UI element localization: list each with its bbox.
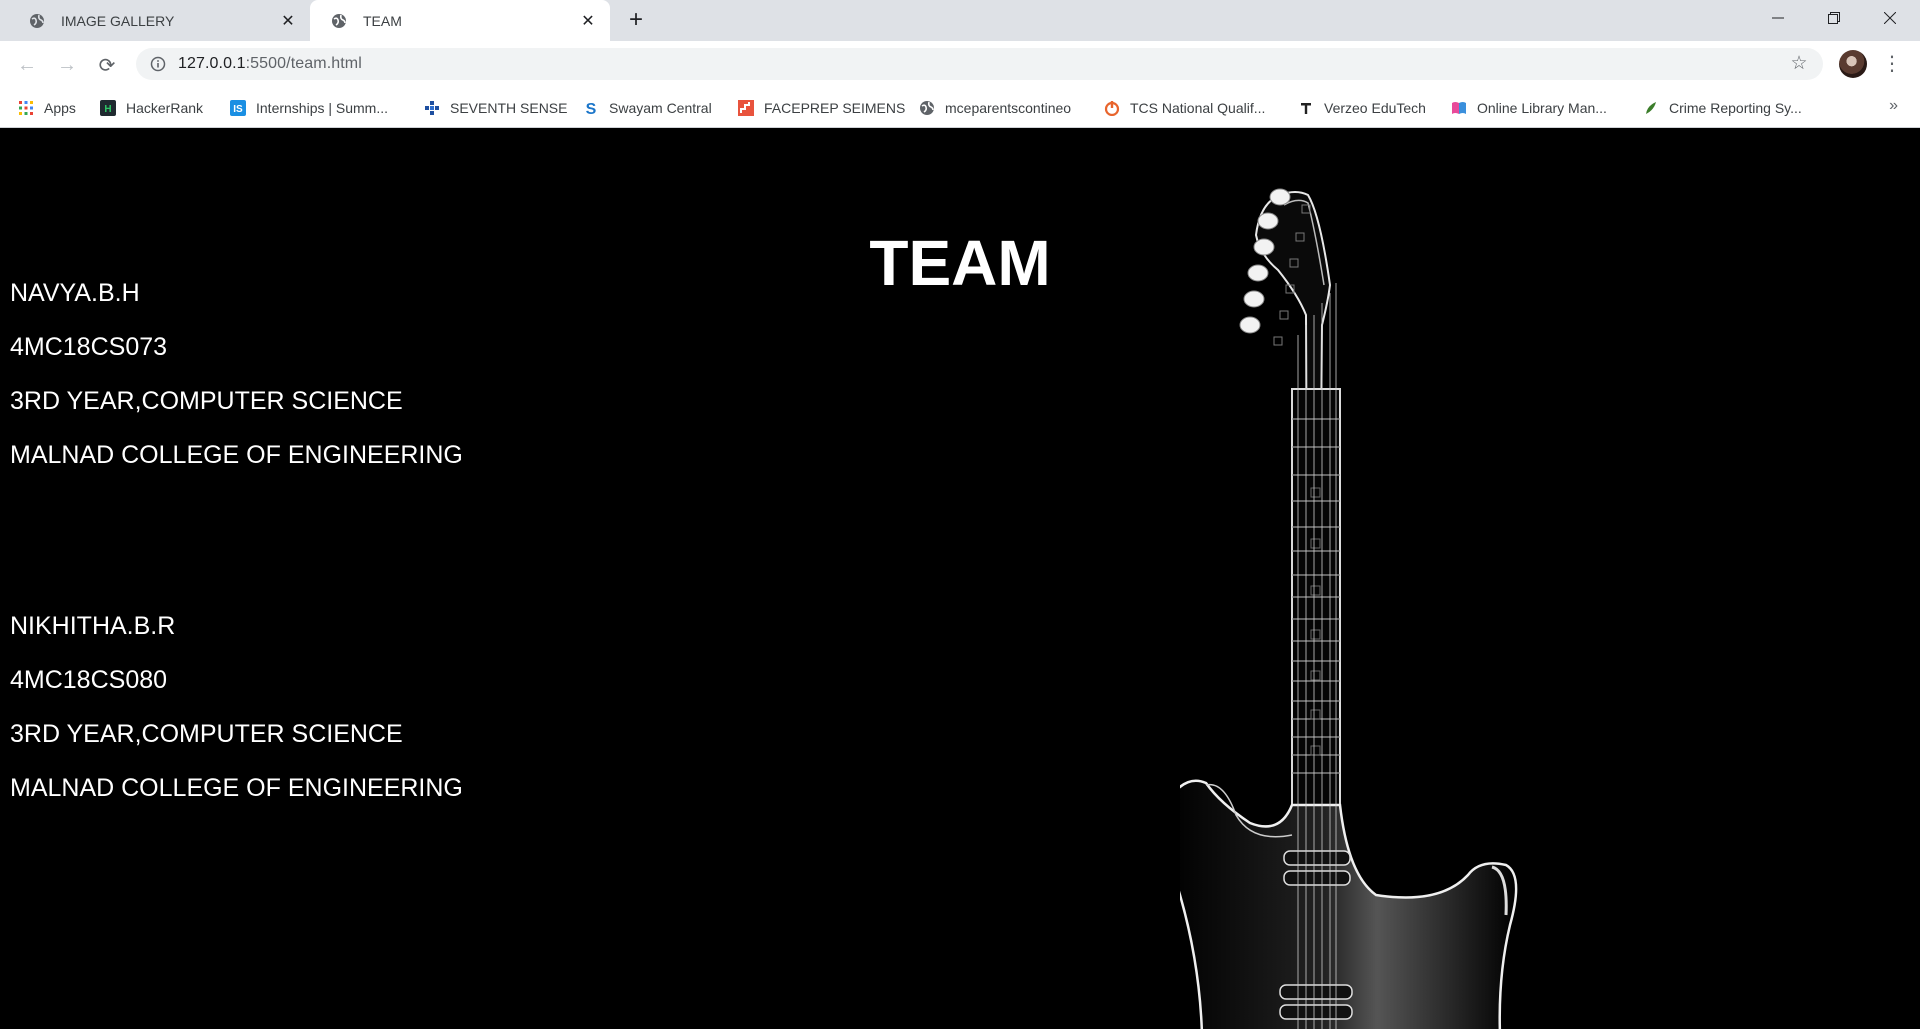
bookmark-mceparents[interactable]: mceparentscontineo <box>919 97 1071 119</box>
info-icon[interactable] <box>150 56 166 72</box>
bookmark-verzeo[interactable]: Verzeo EduTech <box>1298 97 1426 119</box>
reload-icon[interactable]: ⟳ <box>92 50 122 80</box>
member-name: NAVYA.B.H <box>10 279 140 307</box>
internshala-icon: IS <box>230 100 246 116</box>
address-bar[interactable]: 127.0.0.1:5500/team.html ☆ <box>136 48 1823 80</box>
library-icon <box>1451 100 1467 116</box>
member-year: 3RD YEAR,COMPUTER SCIENCE <box>10 720 403 748</box>
bookmark-label: HackerRank <box>126 100 204 116</box>
bookmark-label: Internships | Summ... <box>256 100 389 116</box>
leaf-icon <box>1643 100 1659 116</box>
profile-avatar[interactable] <box>1839 50 1867 78</box>
more-bookmarks-chevron-icon[interactable]: » <box>1889 97 1898 115</box>
bookmark-label: FACEPREP SEIMENS <box>764 100 906 116</box>
page-content: TEAM NAVYA.B.H 4MC18CS073 3RD YEAR,COMPU… <box>0 129 1920 1029</box>
hackerrank-icon: H <box>100 100 116 116</box>
bookmark-tcs[interactable]: TCS National Qualif... <box>1104 97 1265 119</box>
bookmark-star-icon[interactable]: ☆ <box>1789 54 1809 74</box>
url-host: 127.0.0.1 <box>178 55 246 72</box>
globe-icon <box>330 12 348 30</box>
url-path: :5500/team.html <box>245 55 362 72</box>
member-college: MALNAD COLLEGE OF ENGINEERING <box>10 441 463 469</box>
url-text: 127.0.0.1:5500/team.html <box>178 55 362 73</box>
bookmark-internships[interactable]: IS Internships | Summ... <box>230 97 388 119</box>
tab-team[interactable]: TEAM ✕ <box>310 0 610 41</box>
bookmark-faceprep[interactable]: FACEPREP SEIMENS <box>738 97 905 119</box>
tab-strip: IMAGE GALLERY ✕ TEAM ✕ + <box>0 0 1920 41</box>
back-arrow-icon[interactable]: ← <box>12 50 42 80</box>
bookmark-label: mceparentscontineo <box>945 100 1072 116</box>
close-tab-icon[interactable]: ✕ <box>278 11 298 31</box>
member-name: NIKHITHA.B.R <box>10 612 176 640</box>
member-year: 3RD YEAR,COMPUTER SCIENCE <box>10 387 403 415</box>
close-window-icon[interactable] <box>1862 0 1918 36</box>
browser-toolbar: ← → ⟳ 127.0.0.1:5500/team.html ☆ ⋮ <box>0 41 1920 88</box>
guitar-image <box>1180 188 1518 1029</box>
apps-grid-icon <box>18 100 34 116</box>
bookmark-hackerrank[interactable]: H HackerRank <box>100 97 203 119</box>
globe-icon <box>28 12 46 30</box>
svg-text:IS: IS <box>233 104 243 115</box>
swayam-icon: S <box>583 100 599 116</box>
member-usn: 4MC18CS080 <box>10 666 168 694</box>
restore-icon[interactable] <box>1806 0 1862 36</box>
forward-arrow-icon[interactable]: → <box>52 50 82 80</box>
new-tab-button[interactable]: + <box>624 8 648 33</box>
bookmark-label: Crime Reporting Sy... <box>1669 100 1802 116</box>
tcs-icon <box>1104 100 1120 116</box>
faceprep-icon <box>738 100 754 116</box>
tab-title: TEAM <box>363 12 402 29</box>
tab-title: IMAGE GALLERY <box>61 12 175 29</box>
bookmark-online-library[interactable]: Online Library Man... <box>1451 97 1607 119</box>
bookmark-apps[interactable]: Apps <box>18 97 76 119</box>
bookmark-seventh-sense[interactable]: SEVENTH SENSE <box>424 97 567 119</box>
bookmark-label: TCS National Qualif... <box>1130 100 1266 116</box>
bookmarks-bar: Apps H HackerRank IS Internships | Summ.… <box>0 88 1920 128</box>
bookmark-label: Verzeo EduTech <box>1324 100 1426 116</box>
member-usn: 4MC18CS073 <box>10 333 168 361</box>
bookmark-label: Online Library Man... <box>1477 100 1607 116</box>
seventh-sense-icon <box>424 100 440 116</box>
bookmark-swayam[interactable]: S Swayam Central <box>583 97 712 119</box>
page-title: TEAM <box>869 227 1051 299</box>
globe-icon <box>919 100 935 116</box>
minimize-icon[interactable] <box>1750 0 1806 36</box>
tab-image-gallery[interactable]: IMAGE GALLERY ✕ <box>8 0 310 41</box>
verzeo-icon <box>1298 100 1314 116</box>
bookmark-label: Swayam Central <box>609 100 712 116</box>
svg-text:H: H <box>104 104 111 115</box>
svg-text:S: S <box>586 101 597 116</box>
member-college: MALNAD COLLEGE OF ENGINEERING <box>10 774 463 802</box>
bookmark-label: SEVENTH SENSE <box>450 100 568 116</box>
close-tab-icon[interactable]: ✕ <box>578 11 598 31</box>
bookmark-label: Apps <box>44 100 76 116</box>
menu-dots-icon[interactable]: ⋮ <box>1880 50 1904 78</box>
bookmark-crime-reporting[interactable]: Crime Reporting Sy... <box>1643 97 1802 119</box>
